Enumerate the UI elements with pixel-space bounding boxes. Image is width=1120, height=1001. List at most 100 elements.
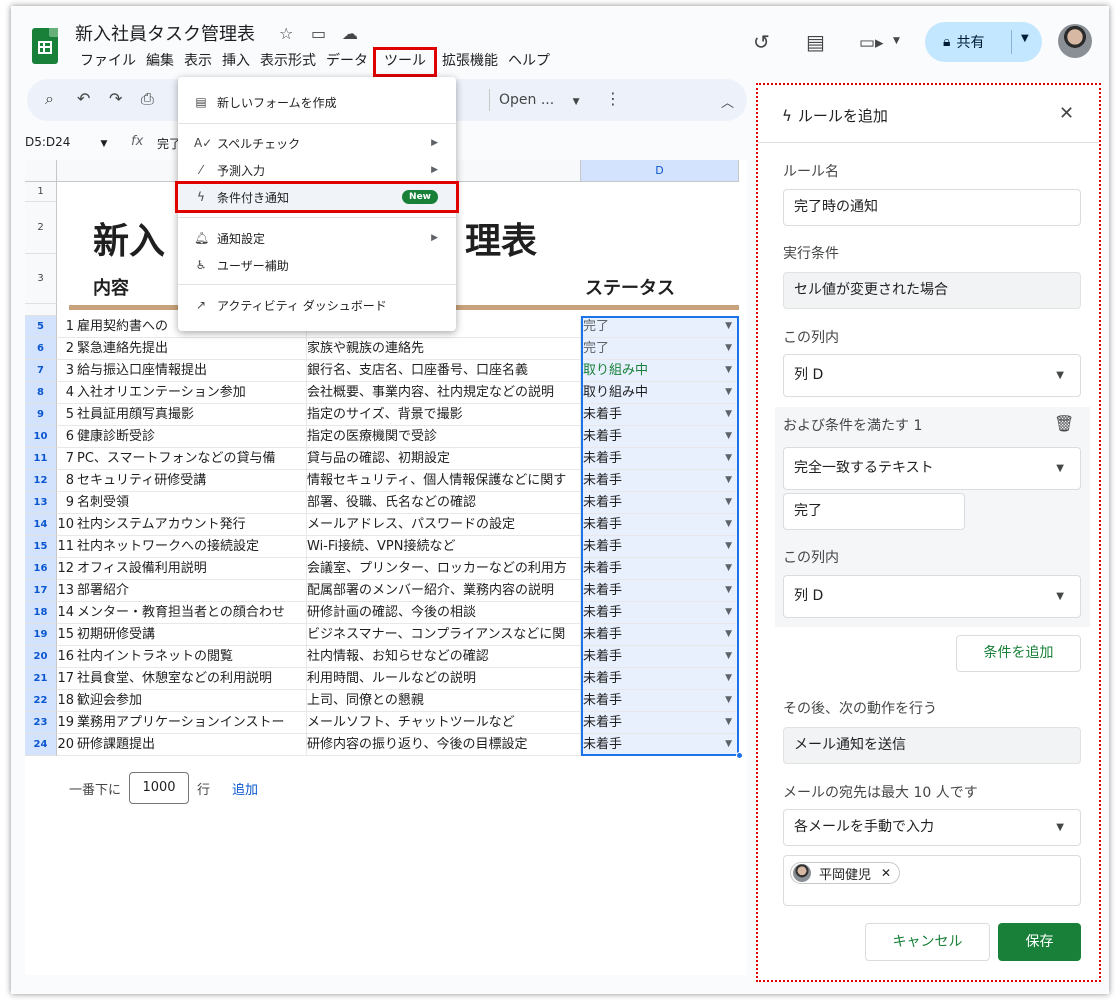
status-cell[interactable]: 未着手 ▼ — [581, 602, 739, 624]
status-cell[interactable]: 取り組み中 ▼ — [581, 360, 739, 382]
task-number-cell[interactable]: 3 — [57, 360, 77, 382]
status-cell[interactable]: 未着手 ▼ — [581, 712, 739, 734]
task-number-cell[interactable]: 8 — [57, 470, 77, 492]
task-name-cell[interactable]: 社内システムアカウント発行 — [77, 514, 307, 536]
task-number-cell[interactable]: 6 — [57, 426, 77, 448]
task-number-cell[interactable]: 20 — [57, 734, 77, 756]
status-dropdown-icon[interactable]: ▼ — [725, 360, 732, 381]
status-dropdown-icon[interactable]: ▼ — [725, 448, 732, 469]
task-number-cell[interactable]: 5 — [57, 404, 77, 426]
task-detail-cell[interactable]: ビジネスマナー、コンプライアンスなどに関 — [307, 624, 581, 646]
task-name-cell[interactable]: 初期研修受講 — [77, 624, 307, 646]
name-box[interactable]: D5:D24 ▼ — [25, 135, 107, 149]
status-dropdown-icon[interactable]: ▼ — [725, 492, 732, 513]
font-select[interactable]: Open ... ▼ — [499, 92, 580, 108]
task-name-cell[interactable]: 歓迎会参加 — [77, 690, 307, 712]
task-detail-cell[interactable]: 指定のサイズ、背景で撮影 — [307, 404, 581, 426]
status-cell[interactable]: 未着手 ▼ — [581, 448, 739, 470]
redo-icon[interactable]: ↷ — [109, 89, 122, 108]
row-header[interactable]: 22 — [25, 690, 57, 712]
menu-item-spellcheck[interactable]: A✓ スペルチェック ▶ — [178, 130, 456, 156]
status-dropdown-icon[interactable]: ▼ — [725, 470, 732, 491]
task-number-cell[interactable]: 4 — [57, 382, 77, 404]
task-detail-cell[interactable]: メールソフト、チャットツールなど — [307, 712, 581, 734]
task-name-cell[interactable]: セキュリティ研修受講 — [77, 470, 307, 492]
meet-dropdown-icon[interactable]: ▼ — [893, 36, 900, 46]
status-dropdown-icon[interactable]: ▼ — [725, 624, 732, 645]
status-dropdown-icon[interactable]: ▼ — [725, 734, 732, 755]
save-button[interactable]: 保存 — [998, 923, 1081, 961]
status-dropdown-icon[interactable]: ▼ — [725, 338, 732, 359]
task-number-cell[interactable]: 13 — [57, 580, 77, 602]
menu-view[interactable]: 表示 — [179, 50, 217, 74]
collapse-toolbar-icon[interactable]: ︿ — [721, 92, 734, 111]
task-detail-cell[interactable]: Wi-Fi接続、VPN接続など — [307, 536, 581, 558]
row-header[interactable]: 17 — [25, 580, 57, 602]
status-dropdown-icon[interactable]: ▼ — [725, 426, 732, 447]
undo-icon[interactable]: ↶ — [77, 89, 90, 108]
task-detail-cell[interactable]: 利用時間、ルールなどの説明 — [307, 668, 581, 690]
status-dropdown-icon[interactable]: ▼ — [725, 668, 732, 689]
sheets-logo-icon[interactable] — [32, 28, 58, 64]
task-number-cell[interactable]: 14 — [57, 602, 77, 624]
status-cell[interactable]: 未着手 ▼ — [581, 580, 739, 602]
menu-format[interactable]: 表示形式 — [255, 50, 321, 74]
status-dropdown-icon[interactable]: ▼ — [725, 690, 732, 711]
menu-item-accessibility[interactable]: ♿︎ ユーザー補助 — [178, 252, 456, 278]
star-icon[interactable]: ☆ — [279, 24, 293, 43]
task-name-cell[interactable]: 入社オリエンテーション参加 — [77, 382, 307, 404]
task-detail-cell[interactable]: 会社概要、事業内容、社内規定などの説明 — [307, 382, 581, 404]
status-cell[interactable]: 完了 ▼ — [581, 316, 739, 338]
status-cell[interactable]: 未着手 ▼ — [581, 470, 739, 492]
recipient-chip[interactable]: 平岡健児 ✕ — [790, 862, 901, 884]
row-header[interactable] — [25, 304, 57, 316]
status-cell[interactable]: 未着手 ▼ — [581, 492, 739, 514]
row-header[interactable]: 2 — [25, 202, 57, 254]
task-detail-cell[interactable]: 貸与品の確認、初期設定 — [307, 448, 581, 470]
task-detail-cell[interactable]: 研修計画の確認、今後の相談 — [307, 602, 581, 624]
task-name-cell[interactable]: 社員証用顔写真撮影 — [77, 404, 307, 426]
add-rows-link[interactable]: 追加 — [232, 779, 258, 798]
status-dropdown-icon[interactable]: ▼ — [725, 602, 732, 623]
status-dropdown-icon[interactable]: ▼ — [725, 646, 732, 667]
task-detail-cell[interactable]: 研修内容の振り返り、今後の目標設定 — [307, 734, 581, 756]
task-detail-cell[interactable]: メールアドレス、パスワードの設定 — [307, 514, 581, 536]
row-header[interactable]: 6 — [25, 338, 57, 360]
meet-icon[interactable]: ▭▸ — [859, 33, 884, 53]
status-cell[interactable]: 未着手 ▼ — [581, 624, 739, 646]
task-detail-cell[interactable]: 情報セキュリティ、個人情報保護などに関す — [307, 470, 581, 492]
column-header-d[interactable]: D — [581, 160, 739, 182]
task-number-cell[interactable]: 7 — [57, 448, 77, 470]
task-detail-cell[interactable]: 家族や親族の連絡先 — [307, 338, 581, 360]
task-number-cell[interactable]: 18 — [57, 690, 77, 712]
task-detail-cell[interactable]: 上司、同僚との懇親 — [307, 690, 581, 712]
menu-item-notification-settings[interactable]: 🔔︎ 通知設定 ▶ — [178, 225, 456, 251]
task-name-cell[interactable]: 社内ネットワークへの接続設定 — [77, 536, 307, 558]
menu-item-autocomplete[interactable]: ⁄ 予測入力 ▶ — [178, 157, 456, 183]
status-dropdown-icon[interactable]: ▼ — [725, 712, 732, 733]
row-header[interactable]: 8 — [25, 382, 57, 404]
row-header[interactable]: 18 — [25, 602, 57, 624]
task-number-cell[interactable]: 11 — [57, 536, 77, 558]
close-icon[interactable]: ✕ — [1059, 103, 1074, 124]
row-header[interactable]: 11 — [25, 448, 57, 470]
task-name-cell[interactable]: 社員食堂、休憩室などの利用説明 — [77, 668, 307, 690]
task-name-cell[interactable]: メンター・教育担当者との顔合わせ — [77, 602, 307, 624]
task-name-cell[interactable]: 給与振込口座情報提出 — [77, 360, 307, 382]
task-name-cell[interactable]: 研修課題提出 — [77, 734, 307, 756]
status-dropdown-icon[interactable]: ▼ — [725, 558, 732, 579]
remove-recipient-icon[interactable]: ✕ — [881, 866, 891, 880]
task-name-cell[interactable]: 健康診断受診 — [77, 426, 307, 448]
status-cell[interactable]: 未着手 ▼ — [581, 646, 739, 668]
task-number-cell[interactable]: 15 — [57, 624, 77, 646]
row-header[interactable]: 13 — [25, 492, 57, 514]
task-detail-cell[interactable]: 社内情報、お知らせなどの確認 — [307, 646, 581, 668]
task-detail-cell[interactable]: 部署、役職、氏名などの確認 — [307, 492, 581, 514]
status-dropdown-icon[interactable]: ▼ — [725, 404, 732, 425]
status-cell[interactable]: 完了 ▼ — [581, 338, 739, 360]
status-cell[interactable]: 未着手 ▼ — [581, 514, 739, 536]
row-header[interactable]: 14 — [25, 514, 57, 536]
task-detail-cell[interactable]: 指定の医療機関で受診 — [307, 426, 581, 448]
menu-edit[interactable]: 編集 — [141, 50, 179, 74]
menu-data[interactable]: データ — [321, 50, 373, 74]
